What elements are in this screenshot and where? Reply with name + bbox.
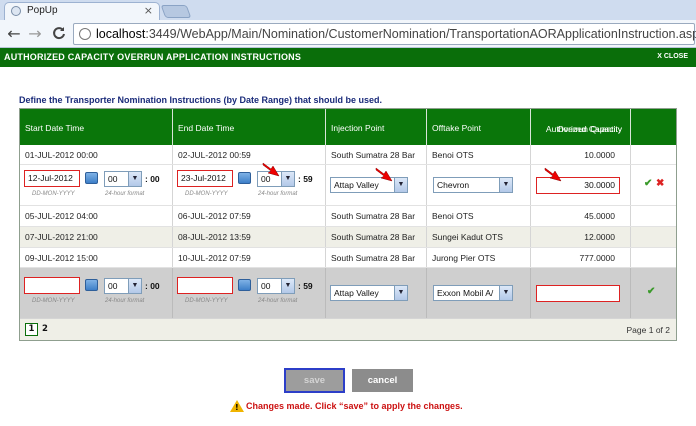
table-row[interactable]: 05-JUL-2012 04:00 06-JUL-2012 07:59 Sout… <box>20 206 676 227</box>
offtake-cell: Sungei Kadut OTS <box>432 232 503 242</box>
date-format-hint: DD-MON-YYYY <box>185 298 228 304</box>
warning-message: Changes made. Click “save” to apply the … <box>246 401 463 411</box>
hour-format-hint: 24-hour format <box>105 191 145 197</box>
end-date-cell: 02-JUL-2012 00:59 <box>178 149 251 160</box>
chevron-down-icon: ▼ <box>499 286 512 300</box>
chevron-down-icon: ▼ <box>394 286 407 300</box>
end-date-cell: 10-JUL-2012 07:59 <box>178 252 251 263</box>
new-end-hour-select[interactable]: 00 ▼ <box>257 278 295 294</box>
red-arrow-icon <box>375 167 393 182</box>
chevron-down-icon: ▼ <box>281 279 294 293</box>
add-check-icon[interactable]: ✔ <box>647 286 655 297</box>
injection-cell: South Sumatra 28 Bar <box>331 149 416 160</box>
save-button[interactable]: save <box>284 368 345 393</box>
url-input[interactable]: localhost:3449/WebApp/Main/Nomination/Cu… <box>73 23 696 45</box>
injection-cell: South Sumatra 28 Bar <box>331 252 416 263</box>
calendar-icon[interactable] <box>85 172 98 184</box>
calendar-icon[interactable] <box>238 279 251 291</box>
offtake-point-select[interactable]: Chevron ▼ <box>433 177 513 193</box>
url-text: localhost:3449/WebApp/Main/Nomination/Cu… <box>96 27 696 41</box>
edit-row: 12-Jul-2012 00 ▼ : 00 DD-MON-YYYY 24-hour… <box>20 162 676 206</box>
new-end-date-input[interactable] <box>177 277 233 294</box>
quantity-cell: 12.0000 <box>584 232 615 242</box>
hour-format-hint: 24-hour format <box>258 298 298 304</box>
start-date-cell: 09-JUL-2012 15:00 <box>25 252 98 263</box>
new-entry-row: 00 ▼ : 00 DD-MON-YYYY 24-hour format 00 ▼ … <box>20 268 676 318</box>
close-tab-icon[interactable]: × <box>144 4 153 17</box>
calendar-icon[interactable] <box>85 279 98 291</box>
quantity-cell: 777.0000 <box>579 252 615 263</box>
chevron-down-icon: ▼ <box>499 178 512 192</box>
end-date-cell: 06-JUL-2012 07:59 <box>178 211 251 221</box>
injection-point-select[interactable]: Attap Valley ▼ <box>330 177 408 193</box>
new-start-hour-select[interactable]: 00 ▼ <box>104 278 142 294</box>
end-minute-label: : 59 <box>298 174 313 184</box>
page-1-link[interactable]: 1 <box>25 323 38 336</box>
address-bar: ← → localhost:3449/WebApp/Main/Nominatio… <box>0 20 696 48</box>
close-button[interactable]: X CLOSE <box>657 53 688 60</box>
column-header-offtake: Offtake Point <box>427 109 531 145</box>
offtake-cell: Benoi OTS <box>432 149 474 160</box>
reload-icon[interactable] <box>50 24 68 44</box>
chevron-down-icon: ▼ <box>128 279 141 293</box>
end-date-input[interactable]: 23-Jul-2012 <box>177 170 233 187</box>
hour-format-hint: 24-hour format <box>105 298 145 304</box>
column-header-actions <box>631 109 676 145</box>
confirm-check-icon[interactable]: ✔ <box>644 178 652 189</box>
page-2-link[interactable]: 2 <box>42 324 48 334</box>
red-arrow-icon <box>262 162 280 177</box>
date-format-hint: DD-MON-YYYY <box>32 298 75 304</box>
start-date-cell: 07-JUL-2012 21:00 <box>25 232 98 242</box>
page-info: Page 1 of 2 <box>626 325 670 335</box>
page-icon <box>11 6 21 16</box>
warning-icon: ! <box>230 400 244 412</box>
start-minute-label: : 00 <box>145 281 160 291</box>
end-minute-label: : 59 <box>298 281 313 291</box>
browser-tab-bar: PopUp × <box>0 0 696 20</box>
cancel-x-icon[interactable]: ✖ <box>656 178 664 189</box>
table-row[interactable]: 09-JUL-2012 15:00 10-JUL-2012 07:59 Sout… <box>20 248 676 268</box>
start-date-cell: 01-JUL-2012 00:00 <box>25 149 98 160</box>
forward-arrow-icon[interactable]: → <box>26 24 44 43</box>
injection-cell: South Sumatra 28 Bar <box>331 211 416 221</box>
page-title: AUTHORIZED CAPACITY OVERRUN APPLICATION … <box>4 52 302 62</box>
start-hour-select[interactable]: 00 ▼ <box>104 171 142 187</box>
cancel-button[interactable]: cancel <box>352 369 413 392</box>
start-minute-label: : 00 <box>145 174 160 184</box>
start-date-input[interactable]: 12-Jul-2012 <box>24 170 80 187</box>
back-arrow-icon[interactable]: ← <box>5 24 23 43</box>
instructions-text: Define the Transporter Nomination Instru… <box>19 95 383 105</box>
offtake-cell: Benoi OTS <box>432 211 474 221</box>
tab-title: PopUp <box>27 5 58 16</box>
quantity-cell: 45.0000 <box>584 211 615 221</box>
column-header-end: End Date Time <box>173 109 326 145</box>
new-injection-point-select[interactable]: Attap Valley ▼ <box>330 285 408 301</box>
hour-format-hint: 24-hour format <box>258 191 298 197</box>
browser-tab[interactable]: PopUp × <box>4 2 160 20</box>
injection-cell: South Sumatra 28 Bar <box>331 232 416 242</box>
popup-header: AUTHORIZED CAPACITY OVERRUN APPLICATION … <box>0 48 696 67</box>
nomination-grid: Start Date Time End Date Time Injection … <box>19 108 677 341</box>
end-date-cell: 08-JUL-2012 13:59 <box>178 232 251 242</box>
new-start-date-input[interactable] <box>24 277 80 294</box>
date-format-hint: DD-MON-YYYY <box>185 191 228 197</box>
column-header-quantity: Authorized Capacity Overrun Quantity <box>531 109 631 145</box>
new-offtake-point-select[interactable]: Exxon Mobil A/▼ <box>433 285 513 301</box>
globe-icon <box>79 28 91 40</box>
quantity-cell: 10.0000 <box>584 149 615 160</box>
chevron-down-icon: ▼ <box>128 172 141 186</box>
table-row[interactable]: 07-JUL-2012 21:00 08-JUL-2012 13:59 Sout… <box>20 227 676 248</box>
table-row[interactable]: 01-JUL-2012 00:00 02-JUL-2012 00:59 Sout… <box>20 145 676 165</box>
pagination: 1 2 Page 1 of 2 <box>20 318 676 340</box>
date-format-hint: DD-MON-YYYY <box>32 191 75 197</box>
calendar-icon[interactable] <box>238 172 251 184</box>
column-header-injection: Injection Point <box>326 109 427 145</box>
start-date-cell: 05-JUL-2012 04:00 <box>25 211 98 221</box>
column-header-start: Start Date Time <box>20 109 173 145</box>
offtake-cell: Jurong Pier OTS <box>432 252 496 263</box>
new-quantity-input[interactable] <box>536 285 620 302</box>
new-tab-button[interactable] <box>160 5 192 18</box>
red-arrow-icon <box>544 167 562 182</box>
